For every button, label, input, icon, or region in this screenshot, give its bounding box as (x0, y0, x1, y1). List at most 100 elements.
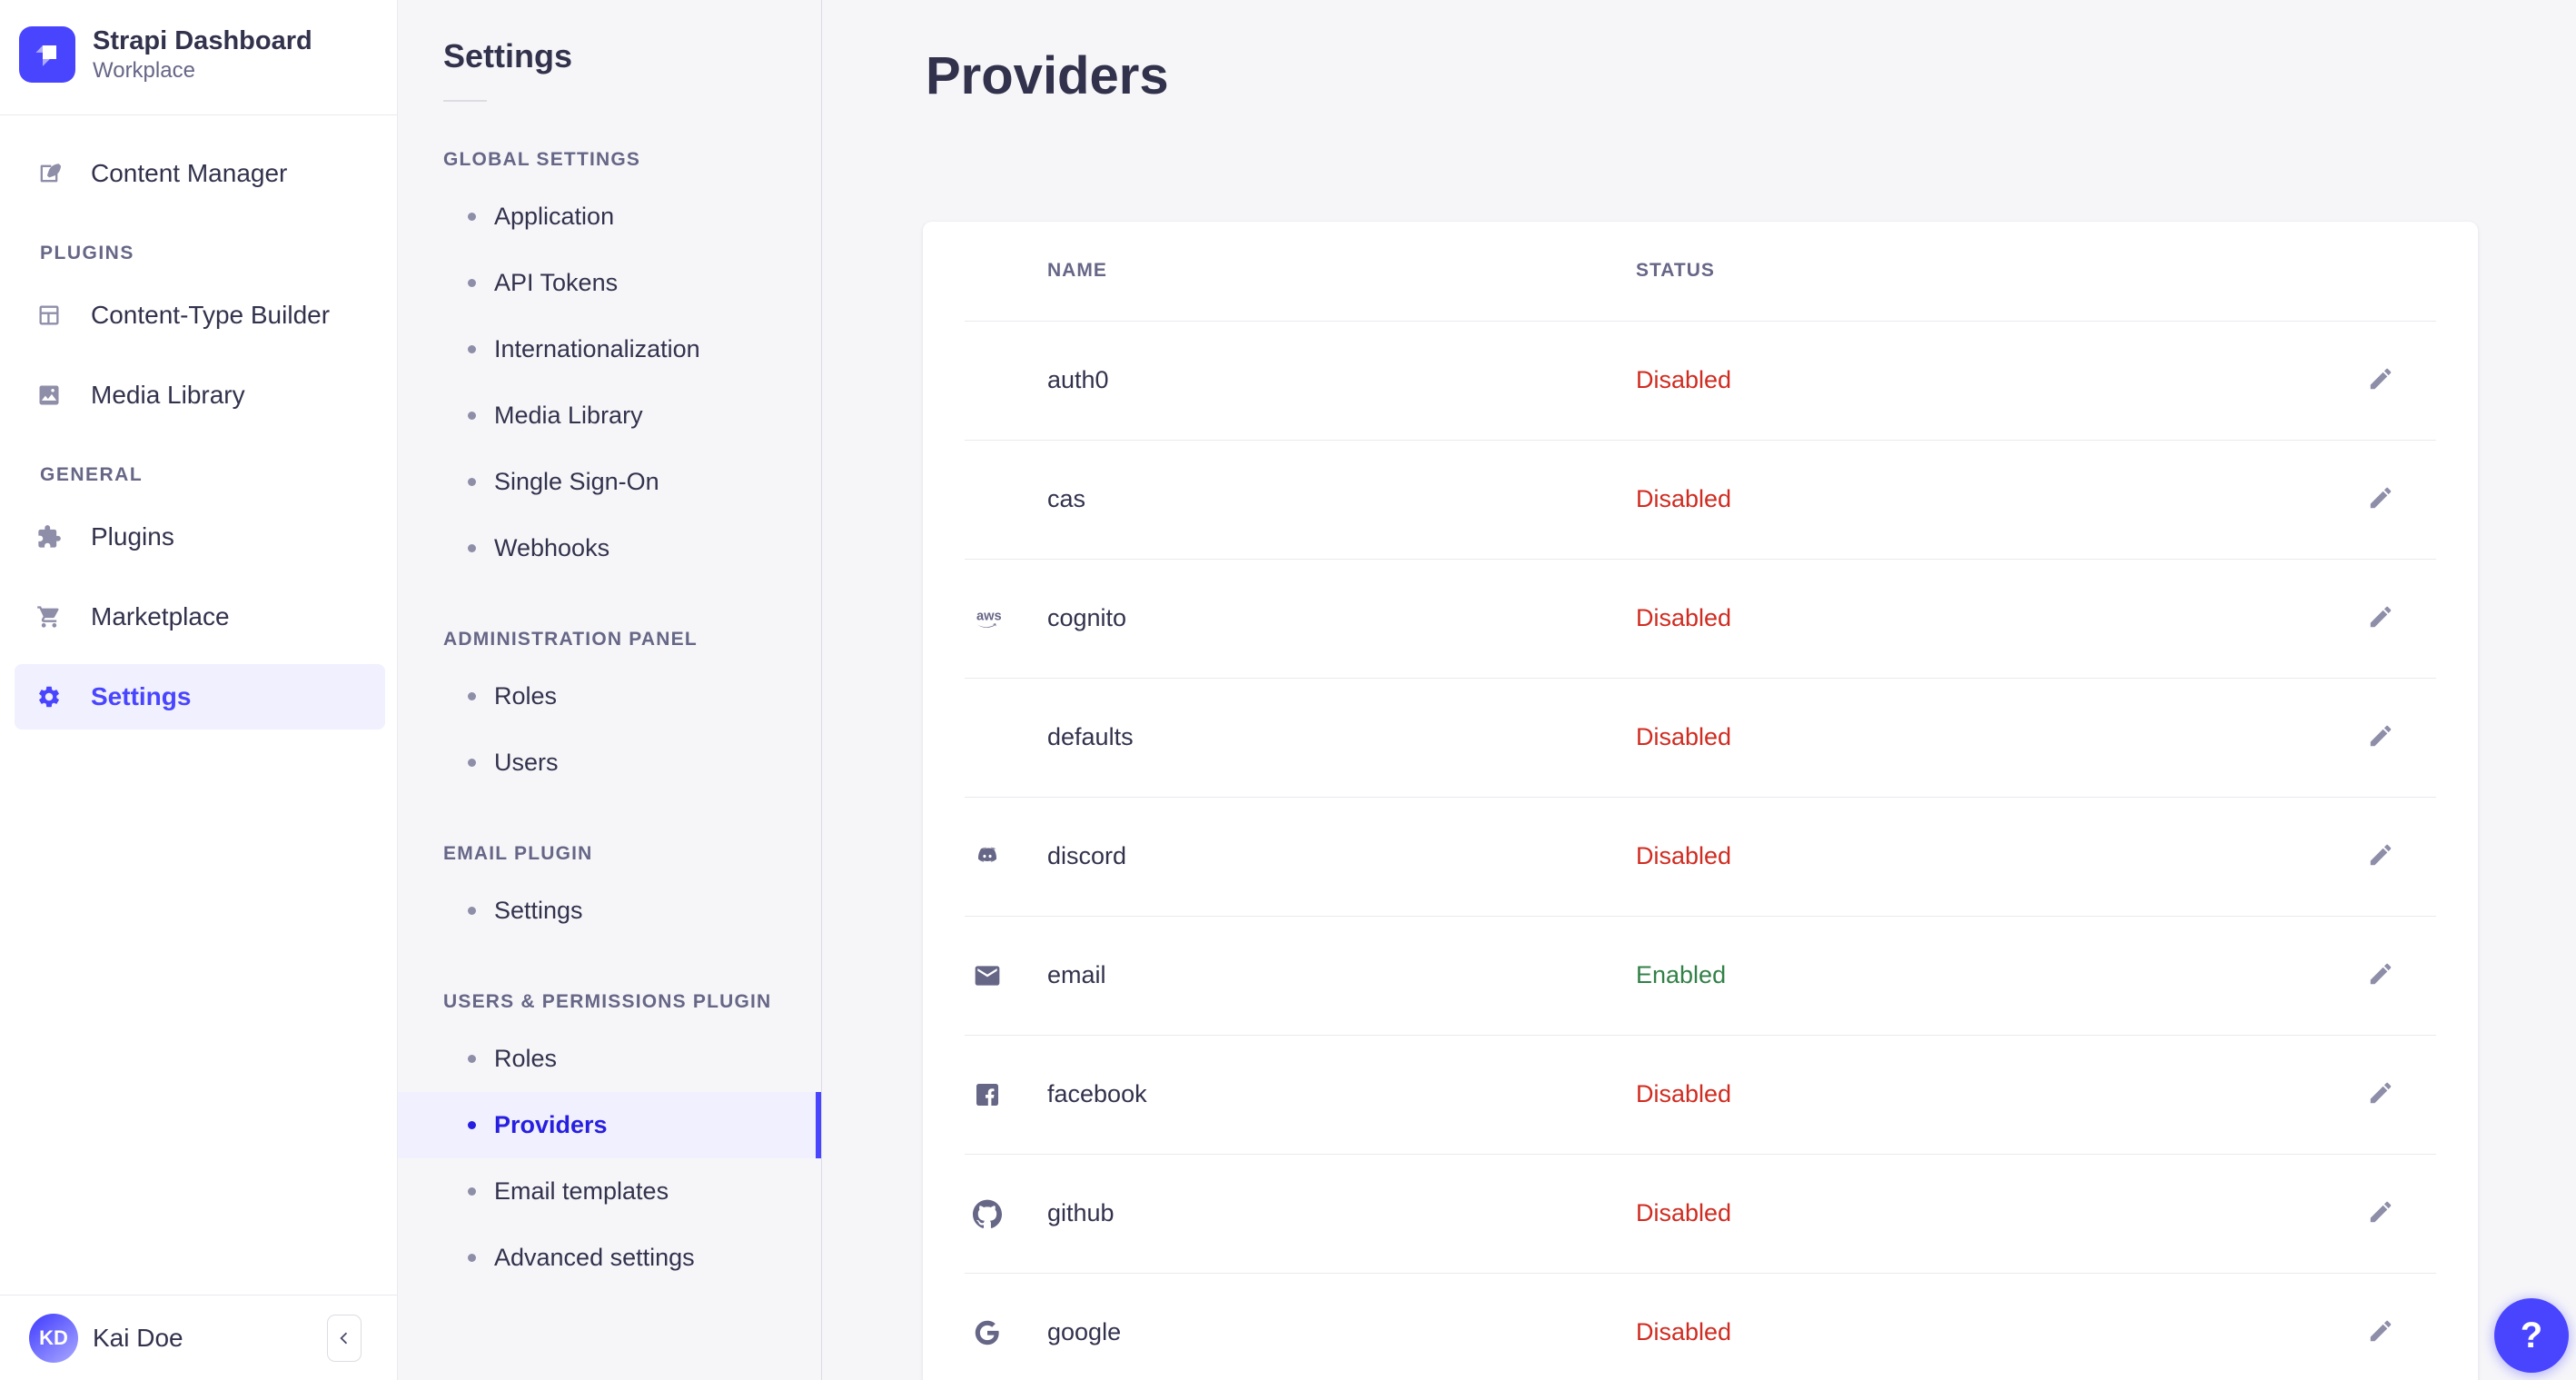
table-row-auth0[interactable]: auth0 Disabled (923, 322, 2478, 440)
status-badge: Disabled (1636, 366, 1732, 394)
edit-provider-button[interactable] (2365, 484, 2396, 515)
pencil-icon (2370, 1202, 2392, 1223)
workspace-subtitle: Workplace (93, 57, 195, 83)
pencil-icon (2370, 964, 2392, 985)
puzzle-icon (38, 525, 61, 548)
google-icon (973, 1318, 1047, 1347)
avatar: KD (29, 1313, 78, 1363)
subnav-item-single-sign-on[interactable]: Single Sign-On (398, 449, 821, 515)
envelope-icon (973, 961, 1047, 990)
subnav-section-email-plugin: EMAIL PLUGIN Settings (398, 843, 821, 944)
svg-text:aws: aws (976, 609, 1002, 623)
column-header-status: STATUS (1636, 260, 1715, 282)
provider-name: auth0 (1047, 366, 1109, 394)
subnav-item-internationalization[interactable]: Internationalization (398, 316, 821, 382)
gear-icon (39, 686, 59, 708)
layout-grid-icon (39, 305, 59, 325)
edit-provider-button[interactable] (2365, 1317, 2396, 1348)
bullet-icon (468, 758, 476, 767)
status-badge: Disabled (1636, 485, 1732, 513)
aws-icon: aws (973, 604, 1047, 633)
user-profile[interactable]: KD Kai Doe (0, 1295, 397, 1380)
github-icon (973, 1199, 1047, 1228)
main-content: Providers NAME STATUS auth0 Disabled cas (822, 0, 2576, 1380)
edit-provider-button[interactable] (2365, 1198, 2396, 1229)
page-title: Providers (926, 46, 1169, 105)
subnav-item-email-templates[interactable]: Email templates (398, 1158, 821, 1225)
edit-provider-button[interactable] (2365, 722, 2396, 753)
sidebar-item-content-manager[interactable]: Content Manager (15, 141, 385, 206)
provider-name: facebook (1047, 1080, 1147, 1108)
subnav-item-application[interactable]: Application (398, 184, 821, 250)
edit-provider-button[interactable] (2365, 1079, 2396, 1110)
pencil-icon (2370, 488, 2392, 509)
table-row-github[interactable]: github Disabled (923, 1155, 2478, 1273)
sidebar-item-settings[interactable]: Settings (15, 664, 385, 730)
status-badge: Disabled (1636, 842, 1732, 870)
subnav-item-providers[interactable]: Providers (398, 1091, 821, 1158)
subnav-section-label: USERS & PERMISSIONS PLUGIN (443, 990, 772, 1012)
subnav-section-label: ADMINISTRATION PANEL (443, 628, 698, 650)
bullet-icon (468, 543, 476, 552)
subnav-item-media-library[interactable]: Media Library (398, 382, 821, 449)
shopping-cart-icon (37, 606, 59, 628)
table-row-google[interactable]: google Disabled (923, 1274, 2478, 1380)
help-button[interactable]: ? (2494, 1298, 2569, 1373)
sidebar-section-plugins-label: PLUGINS (40, 243, 134, 263)
bullet-icon (468, 411, 476, 420)
chevron-left-icon (340, 1332, 348, 1344)
provider-name: discord (1047, 842, 1127, 870)
subnav-section-label: EMAIL PLUGIN (443, 842, 593, 864)
table-row-facebook[interactable]: facebook Disabled (923, 1036, 2478, 1154)
collapse-sidebar-button[interactable] (327, 1314, 362, 1362)
brand-text: Strapi Dashboard Workplace (93, 25, 312, 84)
bullet-icon (468, 1120, 476, 1129)
edit-provider-button[interactable] (2365, 841, 2396, 872)
bullet-icon (468, 1186, 476, 1196)
bullet-icon (468, 1054, 476, 1063)
subnav-title: Settings (443, 37, 573, 74)
main-sidebar: Strapi Dashboard Workplace Content Manag… (0, 0, 398, 1380)
subnav-section-label: GLOBAL SETTINGS (443, 148, 641, 170)
subnav-item-admin-users[interactable]: Users (398, 730, 821, 796)
user-name: Kai Doe (93, 1323, 183, 1352)
subnav-item-advanced-settings[interactable]: Advanced settings (398, 1225, 821, 1291)
subnav-item-webhooks[interactable]: Webhooks (398, 515, 821, 581)
sidebar-section-general-label: GENERAL (40, 464, 144, 485)
provider-name: defaults (1047, 723, 1134, 751)
status-badge: Disabled (1636, 1318, 1732, 1346)
subnav-section-global-settings: GLOBAL SETTINGS Application API Tokens I… (398, 149, 821, 581)
sidebar-item-media-library[interactable]: Media Library (15, 362, 385, 428)
subnav-item-up-roles[interactable]: Roles (398, 1026, 821, 1092)
pencil-icon (2370, 726, 2392, 747)
table-row-email[interactable]: email Enabled (923, 917, 2478, 1035)
subnav-item-admin-roles[interactable]: Roles (398, 663, 821, 730)
pencil-icon (2370, 369, 2392, 390)
workspace-title: Strapi Dashboard (93, 26, 312, 56)
table-row-cognito[interactable]: aws cognito Disabled (923, 560, 2478, 678)
subnav-item-email-settings[interactable]: Settings (398, 878, 821, 944)
brand-block: Strapi Dashboard Workplace (0, 0, 397, 115)
provider-name: github (1047, 1199, 1115, 1227)
edit-provider-button[interactable] (2365, 960, 2396, 991)
sidebar-item-marketplace[interactable]: Marketplace (15, 584, 385, 650)
table-row-defaults[interactable]: defaults Disabled (923, 679, 2478, 797)
subnav-item-api-tokens[interactable]: API Tokens (398, 250, 821, 316)
discord-icon (973, 842, 1047, 871)
column-header-name: NAME (1047, 260, 1107, 282)
sidebar-item-plugins[interactable]: Plugins (15, 504, 385, 570)
subnav-section-administration-panel: ADMINISTRATION PANEL Roles Users (398, 629, 821, 796)
edit-provider-button[interactable] (2365, 365, 2396, 396)
status-badge: Enabled (1636, 961, 1727, 989)
bullet-icon (468, 691, 476, 700)
sidebar-item-label: Content-Type Builder (91, 301, 331, 329)
provider-name: cas (1047, 485, 1086, 513)
sidebar-item-label: Plugins (91, 522, 174, 551)
sidebar-item-content-type-builder[interactable]: Content-Type Builder (15, 283, 385, 348)
table-row-cas[interactable]: cas Disabled (923, 441, 2478, 559)
edit-provider-button[interactable] (2365, 603, 2396, 634)
table-row-discord[interactable]: discord Disabled (923, 798, 2478, 916)
bullet-icon (468, 906, 476, 915)
bullet-icon (468, 278, 476, 287)
sidebar-item-label: Settings (91, 682, 192, 710)
